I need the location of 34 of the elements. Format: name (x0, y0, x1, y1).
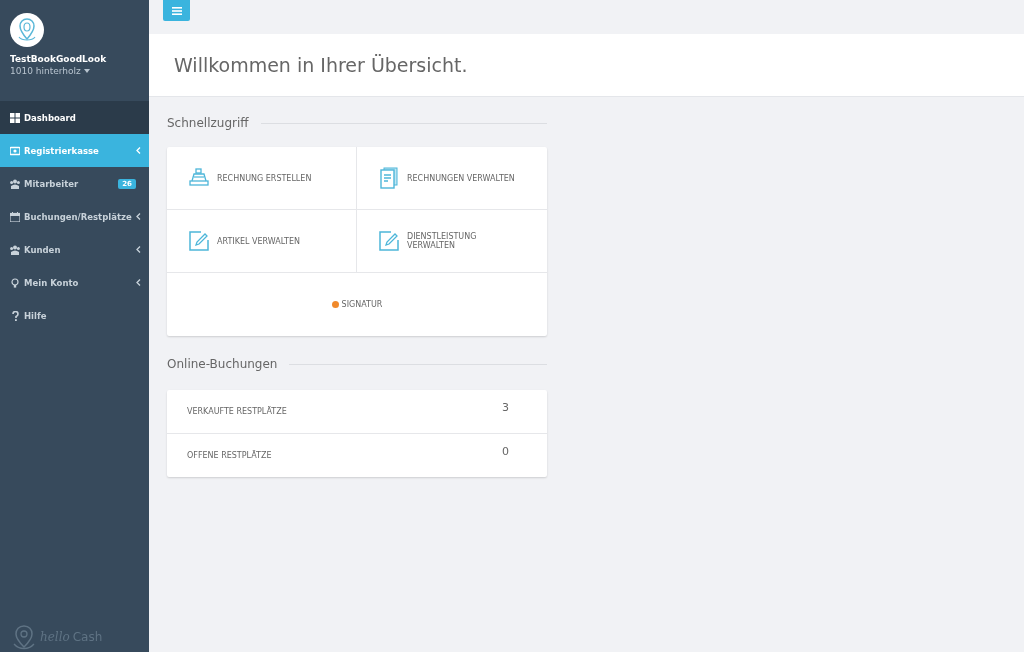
sidebar-item[interactable]: Buchungen/Restplätze (0, 200, 149, 233)
lightbulb-icon (10, 277, 20, 288)
quick-access-tile[interactable]: RECHNUNG ERSTELLEN (167, 147, 357, 210)
stat-value: 3 (502, 401, 509, 414)
sidebar-item[interactable]: Dashboard (0, 101, 149, 134)
pin-logo-icon (11, 624, 37, 650)
menu-icon (171, 6, 182, 15)
question-icon (10, 310, 20, 321)
account-name: TestBookGoodLook (10, 54, 108, 64)
stat-label: OFFENE RESTPLÄTZE (187, 451, 272, 460)
stat-value: 0 (502, 445, 509, 458)
quick-access-tile[interactable]: ARTIKEL VERWALTEN (167, 210, 357, 273)
edit-icon (377, 229, 401, 253)
sidebar-item[interactable]: Kunden (0, 233, 149, 266)
sidebar-item[interactable]: Hilfe (0, 299, 149, 332)
users-icon (10, 244, 20, 255)
section-heading: Schnellzugriff (167, 116, 249, 130)
stat-label: VERKAUFTE RESTPLÄTZE (187, 407, 287, 416)
documents-icon (377, 166, 401, 190)
edit-icon (187, 229, 211, 253)
calendar-icon (10, 211, 20, 222)
quick-access-tile[interactable]: RECHNUNGEN VERWALTEN (357, 147, 547, 210)
page-title: Willkommen in Ihrer Übersicht. (174, 54, 468, 76)
quick-access-tile[interactable]: SIGNATUR (167, 273, 547, 336)
menu-button[interactable] (163, 0, 190, 21)
avatar-logo-icon (10, 13, 44, 47)
users-icon (10, 178, 20, 189)
location-dropdown[interactable]: 1010 hinterholz (10, 66, 139, 76)
section-heading: Online-Buchungen (167, 357, 278, 371)
cash-icon (10, 145, 20, 156)
caret-icon (83, 69, 90, 73)
dashboard-icon (10, 112, 20, 123)
quick-access-tile[interactable]: DIENSTLEISTUNG VERWALTEN (357, 210, 547, 273)
sidebar-item[interactable]: Mein Konto (0, 266, 149, 299)
